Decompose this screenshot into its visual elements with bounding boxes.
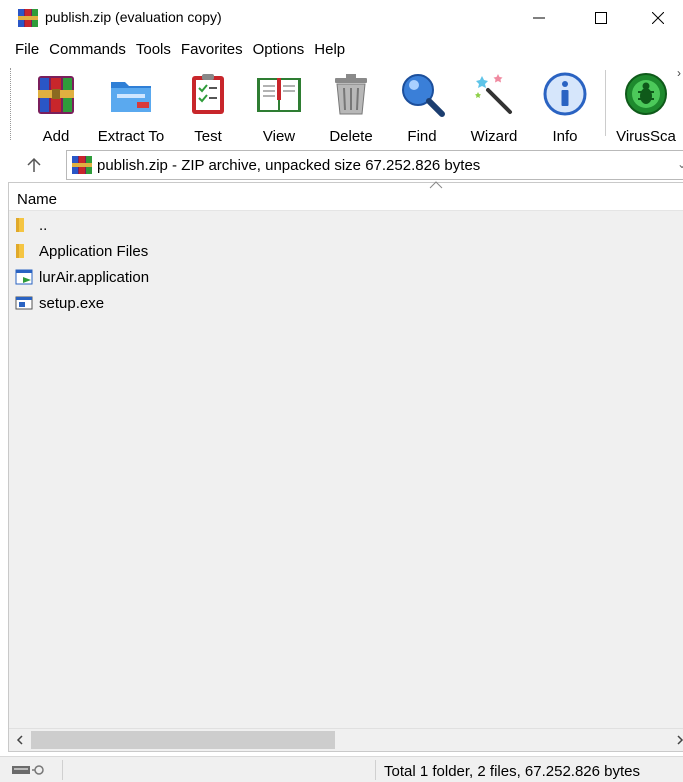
virusscan-label: VirusSca	[616, 128, 676, 145]
maximize-button[interactable]	[571, 0, 631, 36]
chevron-down-icon[interactable]: ⌄	[677, 157, 683, 171]
status-divider	[62, 760, 63, 780]
scroll-left-button[interactable]	[11, 731, 29, 749]
test-button[interactable]: Test	[184, 70, 232, 145]
address-bar: publish.zip - ZIP archive, unpacked size…	[0, 148, 683, 182]
status-divider	[375, 760, 376, 780]
status-bar: Total 1 folder, 2 files, 67.252.826 byte…	[0, 756, 683, 782]
virusscan-button[interactable]: VirusSca	[614, 70, 678, 145]
application-manifest-icon	[15, 269, 33, 285]
file-rows: .. Application Files lurAir.application	[9, 213, 683, 317]
address-field[interactable]: publish.zip - ZIP archive, unpacked size…	[66, 150, 683, 180]
file-row-parent[interactable]: ..	[9, 213, 683, 239]
horizontal-scrollbar[interactable]	[9, 728, 683, 750]
menu-file[interactable]: File	[10, 40, 44, 62]
window-title: publish.zip (evaluation copy)	[45, 9, 222, 25]
toolbar-overflow-icon[interactable]: ›	[677, 66, 681, 80]
extract-folder-icon	[111, 82, 151, 112]
file-row-application[interactable]: lurAir.application	[9, 265, 683, 291]
menu-options[interactable]: Options	[248, 40, 310, 62]
file-row-setup-exe[interactable]: setup.exe	[9, 291, 683, 317]
add-archive-icon	[38, 76, 74, 114]
zip-archive-icon	[72, 156, 92, 174]
wizard-label: Wizard	[470, 128, 518, 145]
exe-icon	[15, 296, 33, 310]
drive-key-icon[interactable]	[12, 762, 48, 778]
info-button[interactable]: Info	[540, 70, 590, 145]
close-icon	[652, 12, 664, 24]
sort-ascending-icon	[429, 181, 443, 189]
file-name: lurAir.application	[39, 269, 150, 286]
find-button[interactable]: Find	[398, 70, 446, 145]
toolbar-separator	[605, 70, 606, 136]
status-summary: Total 1 folder, 2 files, 67.252.826 byte…	[384, 763, 641, 780]
close-button[interactable]	[633, 0, 683, 36]
wizard-button[interactable]: Wizard	[464, 70, 524, 145]
test-label: Test	[194, 128, 222, 145]
delete-label: Delete	[329, 128, 373, 145]
chevron-right-icon	[677, 735, 683, 745]
minimize-icon	[533, 17, 545, 19]
menu-favorites[interactable]: Favorites	[176, 40, 248, 62]
menu-bar: File Commands Tools Favorites Options He…	[0, 40, 683, 62]
extract-to-button[interactable]: Extract To	[94, 70, 168, 145]
test-clipboard-icon	[192, 74, 224, 114]
delete-button[interactable]: Delete	[324, 70, 378, 145]
folder-icon	[16, 244, 24, 258]
file-list: Name .. Application Files lurAir.applica…	[8, 181, 683, 752]
file-name: ..	[39, 217, 48, 234]
find-label: Find	[407, 128, 437, 145]
up-folder-button[interactable]	[22, 152, 46, 178]
scroll-right-button[interactable]	[673, 731, 683, 749]
title-bar: publish.zip (evaluation copy)	[0, 0, 683, 36]
menu-help[interactable]: Help	[309, 40, 350, 62]
view-label: View	[262, 128, 296, 145]
add-button[interactable]: Add	[28, 70, 84, 145]
trash-icon	[335, 74, 367, 115]
maximize-icon	[595, 12, 607, 24]
virus-scan-icon	[625, 73, 667, 115]
minimize-button[interactable]	[509, 0, 569, 36]
toolbar-grip[interactable]	[10, 68, 12, 140]
file-name: setup.exe	[39, 295, 105, 312]
address-text: publish.zip - ZIP archive, unpacked size…	[97, 157, 481, 174]
wizard-wand-icon	[475, 74, 512, 114]
file-row-application-files[interactable]: Application Files	[9, 239, 683, 265]
chevron-left-icon	[16, 735, 23, 745]
list-header: Name	[9, 181, 683, 211]
menu-commands[interactable]: Commands	[44, 40, 131, 62]
add-label: Add	[42, 128, 70, 145]
toolbar: Add Extract To Test View Delete Find Wiz…	[0, 64, 683, 145]
info-icon	[543, 72, 587, 116]
view-button[interactable]: View	[250, 70, 308, 145]
menu-tools[interactable]: Tools	[131, 40, 176, 62]
winrar-app-icon	[18, 9, 38, 27]
column-name-header[interactable]: Name	[17, 191, 57, 208]
file-name: Application Files	[39, 243, 149, 260]
extract-to-label: Extract To	[97, 128, 165, 145]
scroll-thumb[interactable]	[31, 731, 335, 749]
folder-icon	[16, 218, 24, 232]
arrow-up-icon	[27, 157, 41, 172]
info-label: Info	[552, 128, 578, 145]
view-book-icon	[257, 78, 301, 112]
find-magnifier-icon	[402, 74, 445, 117]
